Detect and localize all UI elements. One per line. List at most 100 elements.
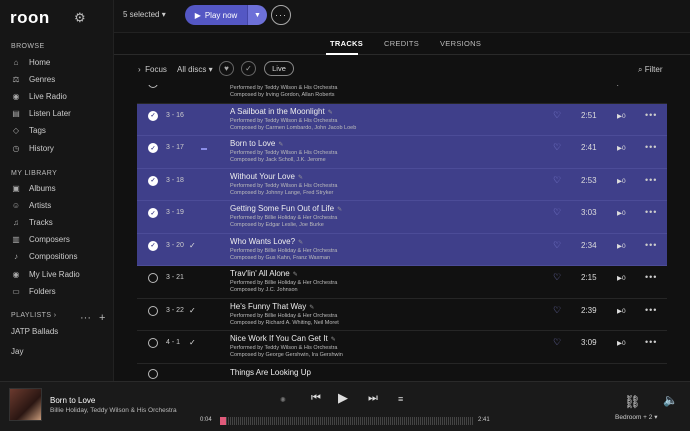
seek-bar[interactable] [220, 417, 474, 425]
composer-credit[interactable]: Composed by J.C. Johnson [230, 287, 298, 293]
more-icon[interactable]: ••• [645, 85, 657, 87]
select-checkbox[interactable]: ✓ [148, 143, 158, 153]
sidebar-item-live-radio[interactable]: ◉ Live Radio [10, 89, 67, 103]
now-playing-title[interactable]: Born to Love [50, 396, 95, 405]
sidebar-item-tags[interactable]: ◇ Tags [10, 124, 46, 138]
composer-credit[interactable]: Composed by Edgar Leslie, Joe Burke [230, 222, 324, 228]
link-icon[interactable]: ⛓ [624, 394, 641, 410]
more-icon[interactable]: ••• [645, 175, 657, 185]
library-filter-button[interactable]: ✓ [241, 61, 256, 76]
playlist-item[interactable]: Jay [11, 347, 23, 356]
volume-icon[interactable]: 🔈 [663, 393, 678, 407]
select-checkbox[interactable] [148, 368, 158, 379]
track-title[interactable]: He's Funny That Way ✎ [230, 302, 314, 311]
tab-tracks[interactable]: TRACKS [330, 39, 363, 48]
select-checkbox[interactable]: ✓ [148, 208, 158, 218]
select-checkbox[interactable] [148, 85, 158, 88]
sidebar-item-artists[interactable]: ☺ Artists [10, 198, 51, 212]
add-icon[interactable]: + [99, 312, 105, 324]
sidebar-item-listen-later[interactable]: ▤ Listen Later [10, 107, 71, 121]
tab-versions[interactable]: VERSIONS [440, 39, 481, 48]
composer-credit[interactable]: Composed by Richard A. Whiting, Neil Mor… [230, 320, 339, 326]
track-title[interactable]: Trav'lin' All Alone ✎ [230, 269, 298, 278]
composer-credit[interactable]: Composed by George Gershwin, Ira Gershwi… [230, 352, 343, 358]
play-icon[interactable]: ▶ [338, 390, 348, 406]
heart-icon[interactable]: ♡ [553, 240, 561, 251]
sidebar-item-composers[interactable]: ▥ Composers [10, 233, 70, 247]
more-icon[interactable]: ••• [645, 272, 657, 282]
performer-credit[interactable]: Performed by Teddy Wilson & His Orchestr… [230, 150, 338, 156]
sidebar-item-history[interactable]: ◷ History [10, 141, 54, 155]
performer-credit[interactable]: Performed by Teddy Wilson & His Orchestr… [230, 183, 338, 189]
previous-icon[interactable]: ⏮ [311, 392, 321, 405]
performer-credit[interactable]: Performed by Billie Holiday & Her Orches… [230, 280, 337, 286]
track-title[interactable]: A Sailboat in the Moonlight ✎ [230, 107, 333, 116]
more-actions-button[interactable]: ··· [271, 5, 291, 25]
composer-credit[interactable]: Composed by Johnny Lange, Fred Stryker [230, 190, 333, 196]
heart-icon[interactable]: ♡ [553, 305, 561, 316]
select-checkbox[interactable] [148, 273, 158, 283]
performer-credit[interactable]: Performed by Teddy Wilson & His Orchestr… [230, 85, 338, 91]
composer-credit[interactable]: Composed by Gus Kahn, Franz Waxman [230, 255, 330, 261]
sidebar-item-albums[interactable]: ▣ Albums [10, 181, 55, 195]
performer-credit[interactable]: Performed by Teddy Wilson & His Orchestr… [230, 345, 338, 351]
playlists-heading[interactable]: PLAYLISTS › [11, 312, 57, 319]
live-filter-button[interactable]: Live [264, 61, 294, 76]
more-icon[interactable]: ••• [645, 207, 657, 217]
next-icon[interactable]: ⏭ [368, 392, 378, 405]
more-icon[interactable]: ••• [645, 240, 657, 250]
radio-icon[interactable]: ✺ [280, 396, 286, 404]
favorite-filter-button[interactable]: ♥ [219, 61, 234, 76]
sidebar-item-tracks[interactable]: ♫ Tracks [10, 215, 53, 229]
sidebar-item-home[interactable]: ⌂ Home [10, 55, 51, 69]
track-title[interactable]: Getting Some Fun Out of Life ✎ [230, 204, 342, 213]
filter-button[interactable]: ⌕ Filter [638, 65, 663, 75]
table-row[interactable]: ✓ 3 - 20 ✓ Who Wants Love? ✎ Performed by Bil… [137, 233, 667, 266]
performer-credit[interactable]: Performed by Billie Holiday & Her Orches… [230, 215, 337, 221]
performer-credit[interactable]: Performed by Billie Holiday & Her Orches… [230, 248, 337, 254]
table-row[interactable]: 4 - 1 ✓ Nice Work If You Can Get It ✎ Perfor… [137, 331, 667, 364]
table-row[interactable]: Things Are Looking Up [137, 364, 667, 382]
select-checkbox[interactable] [148, 338, 158, 348]
track-title[interactable]: Without Your Love ✎ [230, 172, 303, 181]
composer-credit[interactable]: Composed by Jack Scholl, J.K. Jerome [230, 157, 326, 163]
discs-dropdown[interactable]: All discs ▾ [177, 65, 213, 74]
heart-icon[interactable]: ♡ [553, 85, 561, 88]
now-playing-artist[interactable]: Billie Holiday, Teddy Wilson & His Orche… [50, 407, 177, 414]
table-row[interactable]: ✓ 3 - 18 Without Your Love ✎ Performed by Te… [137, 168, 667, 201]
table-row[interactable]: ✓ 3 - 17 Born to Love ✎ Performed by Teddy W… [137, 136, 667, 169]
sidebar-item-folders[interactable]: ▭ Folders [10, 284, 55, 298]
table-row[interactable]: 3 - 21 Trav'lin' All Alone ✎ Performed by B… [137, 266, 667, 299]
performer-credit[interactable]: Performed by Teddy Wilson & His Orchestr… [230, 118, 338, 124]
track-title[interactable]: Born to Love ✎ [230, 139, 283, 148]
select-checkbox[interactable] [148, 305, 158, 316]
album-cover[interactable] [9, 388, 42, 421]
more-icon[interactable]: ••• [645, 110, 657, 120]
table-row[interactable]: ✓ 3 - 19 Getting Some Fun Out of Life ✎ Perf… [137, 201, 667, 234]
heart-icon[interactable]: ♡ [553, 142, 561, 153]
queue-icon[interactable]: ≡ [398, 394, 403, 404]
sidebar-item-genres[interactable]: ⚖ Genres [10, 72, 55, 86]
play-options-button[interactable]: ▼ [247, 5, 267, 25]
select-checkbox[interactable]: ✓ [148, 240, 158, 251]
more-icon[interactable]: ••• [645, 305, 657, 315]
sidebar-item-compositions[interactable]: ♪ Compositions [10, 250, 77, 264]
zone-selector[interactable]: Bedroom + 2 ▾ [615, 413, 657, 421]
heart-icon[interactable]: ♡ [553, 272, 561, 283]
heart-icon[interactable]: ♡ [553, 175, 561, 186]
more-icon[interactable]: ••• [645, 337, 657, 347]
roon-logo[interactable]: roon [10, 8, 50, 28]
tab-credits[interactable]: CREDITS [384, 39, 419, 48]
heart-icon[interactable]: ♡ [553, 110, 561, 121]
composer-credit[interactable]: Composed by Irving Gordon, Allan Roberts [230, 92, 335, 98]
selection-count[interactable]: 5 selected ▾ [123, 10, 166, 19]
gear-icon[interactable]: ⚙ [74, 10, 86, 26]
sidebar-item-my-live-radio[interactable]: ◉ My Live Radio [10, 267, 80, 281]
track-title[interactable]: Who Wants Love? ✎ [230, 237, 303, 246]
composer-credit[interactable]: Composed by Carmen Lombardo, John Jacob … [230, 125, 356, 131]
performer-credit[interactable]: Performed by Billie Holiday & Her Orches… [230, 313, 337, 319]
track-title[interactable]: Nice Work If You Can Get It ✎ [230, 334, 336, 343]
more-icon[interactable]: ··· [80, 312, 91, 324]
select-checkbox[interactable]: ✓ [148, 110, 158, 121]
track-title[interactable]: Things Are Looking Up [230, 368, 311, 377]
